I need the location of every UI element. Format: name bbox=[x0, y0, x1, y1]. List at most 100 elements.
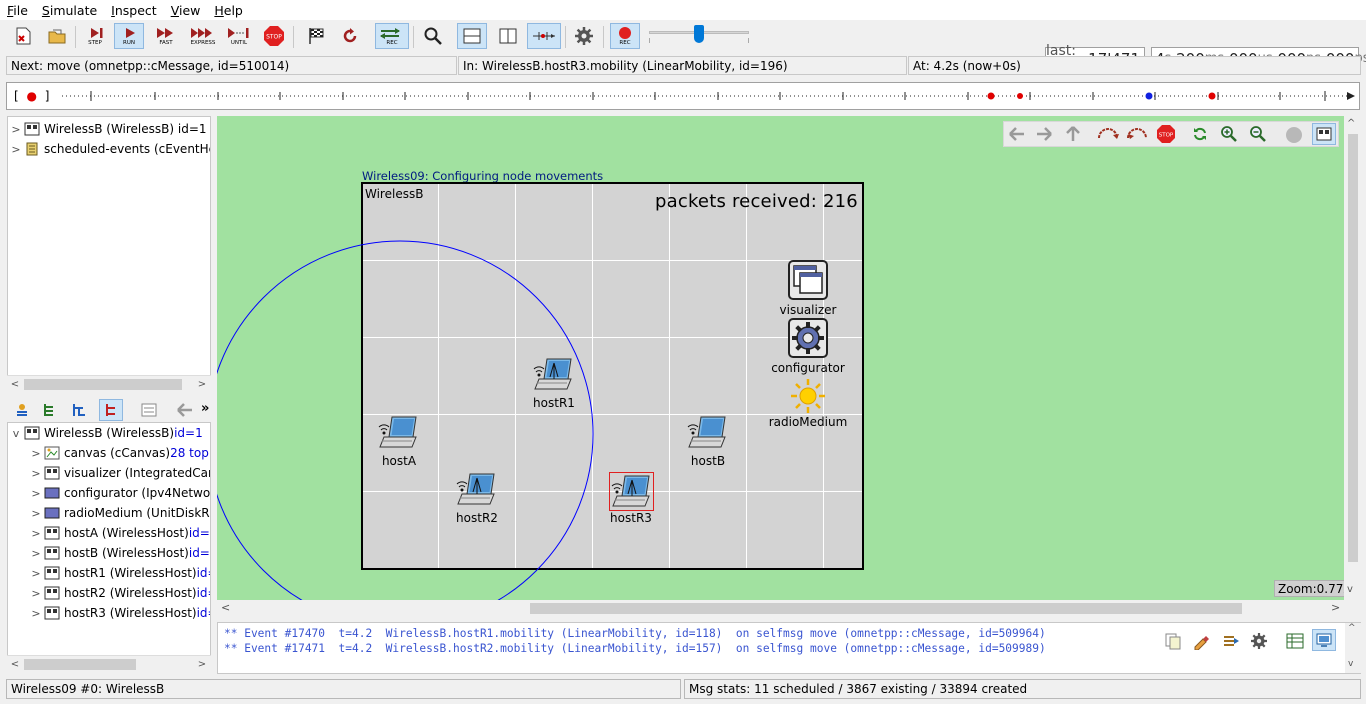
hostR1-node[interactable] bbox=[533, 357, 575, 396]
expand-chevron-icon[interactable]: > bbox=[28, 507, 44, 520]
show-module-names-button[interactable] bbox=[1312, 123, 1336, 145]
canvas-hscroll[interactable]: < > bbox=[217, 600, 1344, 617]
configurator-node[interactable] bbox=[788, 318, 828, 361]
stop-button[interactable]: STOP bbox=[259, 23, 289, 49]
timeline-button[interactable] bbox=[527, 23, 561, 49]
menu-inspect[interactable]: Inspect bbox=[104, 3, 164, 18]
tree-item-scheduled-events[interactable]: > scheduled-events (cEventHeap) bbox=[8, 139, 210, 159]
speed-slider[interactable] bbox=[649, 25, 749, 43]
message-table-icon[interactable] bbox=[1286, 632, 1304, 650]
scroll-thumb[interactable] bbox=[530, 603, 1242, 614]
rebuild-button[interactable] bbox=[335, 23, 365, 49]
filter-icon[interactable] bbox=[1222, 632, 1240, 650]
scroll-right-icon[interactable]: > bbox=[194, 656, 210, 672]
scroll-down-icon[interactable]: v bbox=[1347, 584, 1353, 595]
module-tree-hscroll[interactable]: < > bbox=[7, 655, 211, 671]
layout-horizontal-button[interactable] bbox=[457, 23, 487, 49]
fast-button[interactable]: FAST bbox=[151, 23, 181, 49]
expand-chevron-icon[interactable]: > bbox=[28, 527, 44, 540]
expand-chevron-icon[interactable]: > bbox=[28, 487, 44, 500]
module-tree-item[interactable]: > hostR2 (WirelessHost) id=8 bbox=[28, 583, 210, 603]
find-button[interactable] bbox=[418, 23, 448, 49]
preferences-button[interactable] bbox=[569, 23, 599, 49]
tree-item-wirelessb[interactable]: > WirelessB (WirelessB) id=1 bbox=[8, 119, 206, 139]
menu-view[interactable]: View bbox=[164, 3, 208, 18]
visualizer-node[interactable] bbox=[788, 260, 828, 303]
zoom-in-icon[interactable] bbox=[1220, 125, 1238, 143]
copy-icon[interactable] bbox=[1164, 632, 1182, 650]
animation-icon[interactable] bbox=[1285, 126, 1303, 144]
menu-help[interactable]: Help bbox=[207, 3, 250, 18]
zoom-out-icon[interactable] bbox=[1249, 125, 1267, 143]
scroll-thumb[interactable] bbox=[24, 379, 182, 390]
load-button[interactable] bbox=[42, 23, 72, 49]
find-highlight-icon[interactable] bbox=[1192, 632, 1210, 650]
record-video-button[interactable]: REC bbox=[610, 23, 640, 49]
children-tree-icon[interactable] bbox=[71, 402, 87, 418]
expand-chevron-icon[interactable]: > bbox=[28, 447, 44, 460]
radiomedium-node[interactable] bbox=[790, 378, 826, 417]
layout-vertical-button[interactable] bbox=[493, 23, 523, 49]
module-tree-item[interactable]: > canvas (cCanvas) 28 toplevel figures bbox=[28, 443, 210, 463]
back-arrow-icon[interactable] bbox=[1008, 126, 1026, 142]
module-tree[interactable]: v WirelessB (WirelessB) id=1 > canvas (cC… bbox=[7, 422, 211, 662]
timeline[interactable]: [ ● ] bbox=[6, 82, 1360, 110]
speed-slider-thumb[interactable] bbox=[694, 25, 704, 43]
step-button[interactable]: STEP bbox=[80, 23, 110, 49]
scroll-left-icon[interactable]: < bbox=[221, 601, 230, 614]
refresh-icon[interactable] bbox=[1191, 125, 1209, 143]
group-by-icon[interactable] bbox=[14, 402, 30, 418]
expand-chevron-icon[interactable]: > bbox=[28, 607, 44, 620]
hostB-node[interactable] bbox=[687, 415, 729, 454]
module-tree-item[interactable]: >configurator (Ipv4NetworkConfigurator) … bbox=[28, 483, 210, 503]
canvas-vscroll[interactable]: ^ v bbox=[1344, 116, 1361, 600]
scroll-up-icon[interactable]: ^ bbox=[1347, 118, 1355, 129]
hostR3-node-selected[interactable] bbox=[609, 472, 654, 511]
until-button[interactable]: UNTIL bbox=[224, 23, 254, 49]
module-tree-item[interactable]: > hostR3 (WirelessHost) id=9 bbox=[28, 603, 210, 623]
flat-tree-icon[interactable] bbox=[41, 402, 57, 418]
expand-chevron-icon[interactable]: > bbox=[8, 143, 24, 156]
expand-chevron-icon[interactable]: > bbox=[28, 567, 44, 580]
module-tree-item[interactable]: > visualizer (IntegratedCanvasVisualizer)… bbox=[28, 463, 210, 483]
record-eventlog-button[interactable]: REC bbox=[375, 23, 409, 49]
up-arrow-icon[interactable] bbox=[1065, 125, 1081, 143]
expand-chevron-icon[interactable]: > bbox=[28, 547, 44, 560]
scroll-right-icon[interactable]: > bbox=[1331, 601, 1340, 614]
expand-chevron-icon[interactable]: > bbox=[28, 467, 44, 480]
finish-button[interactable] bbox=[301, 23, 331, 49]
object-tree[interactable]: > WirelessB (WirelessB) id=1 > scheduled… bbox=[7, 116, 211, 376]
log-mode-button[interactable] bbox=[1312, 629, 1336, 651]
module-tree-item[interactable]: > hostR1 (WirelessHost) id=7 bbox=[28, 563, 210, 583]
collapse-chevron-icon[interactable]: v bbox=[8, 427, 24, 440]
hostA-node[interactable] bbox=[378, 415, 420, 454]
run-button[interactable]: RUN bbox=[114, 23, 144, 49]
gear-icon[interactable] bbox=[1250, 632, 1268, 650]
module-tree-root[interactable]: v WirelessB (WirelessB) id=1 bbox=[8, 423, 203, 443]
expand-chevron-icon[interactable]: > bbox=[8, 123, 24, 136]
scroll-thumb[interactable] bbox=[24, 659, 136, 670]
scroll-thumb[interactable] bbox=[1348, 134, 1358, 562]
scroll-right-icon[interactable]: > bbox=[194, 376, 210, 392]
expand-chevron-icon[interactable]: > bbox=[28, 587, 44, 600]
module-tree-item[interactable]: > hostA (WirelessHost) id=5 bbox=[28, 523, 210, 543]
stop-icon[interactable]: STOP bbox=[1156, 124, 1176, 144]
log-vscroll[interactable]: ^ v bbox=[1345, 623, 1361, 673]
forward-arrow-icon[interactable] bbox=[1035, 126, 1053, 142]
more-chevron-icon[interactable]: » bbox=[201, 401, 209, 416]
scroll-up-icon[interactable]: ^ bbox=[1348, 623, 1356, 633]
scroll-left-icon[interactable]: < bbox=[7, 376, 23, 392]
scroll-down-icon[interactable]: v bbox=[1348, 659, 1353, 669]
relayout-icon[interactable] bbox=[1126, 126, 1148, 142]
scroll-left-icon[interactable]: < bbox=[7, 656, 23, 672]
hostR2-node[interactable] bbox=[456, 472, 498, 511]
module-tree-item[interactable]: >radioMedium (UnitDiskRadioMedium) id=4 bbox=[28, 503, 210, 523]
layout-arc-icon[interactable] bbox=[1097, 126, 1119, 142]
menu-simulate[interactable]: Simulate bbox=[35, 3, 104, 18]
module-tree-item[interactable]: > hostB (WirelessHost) id=6 bbox=[28, 543, 210, 563]
back-arrow-icon[interactable] bbox=[176, 402, 194, 418]
new-run-button[interactable] bbox=[8, 23, 38, 49]
menu-file[interactable]: File bbox=[0, 3, 35, 18]
list-view-icon[interactable] bbox=[141, 402, 157, 418]
inheritance-tree-button[interactable] bbox=[99, 399, 123, 421]
